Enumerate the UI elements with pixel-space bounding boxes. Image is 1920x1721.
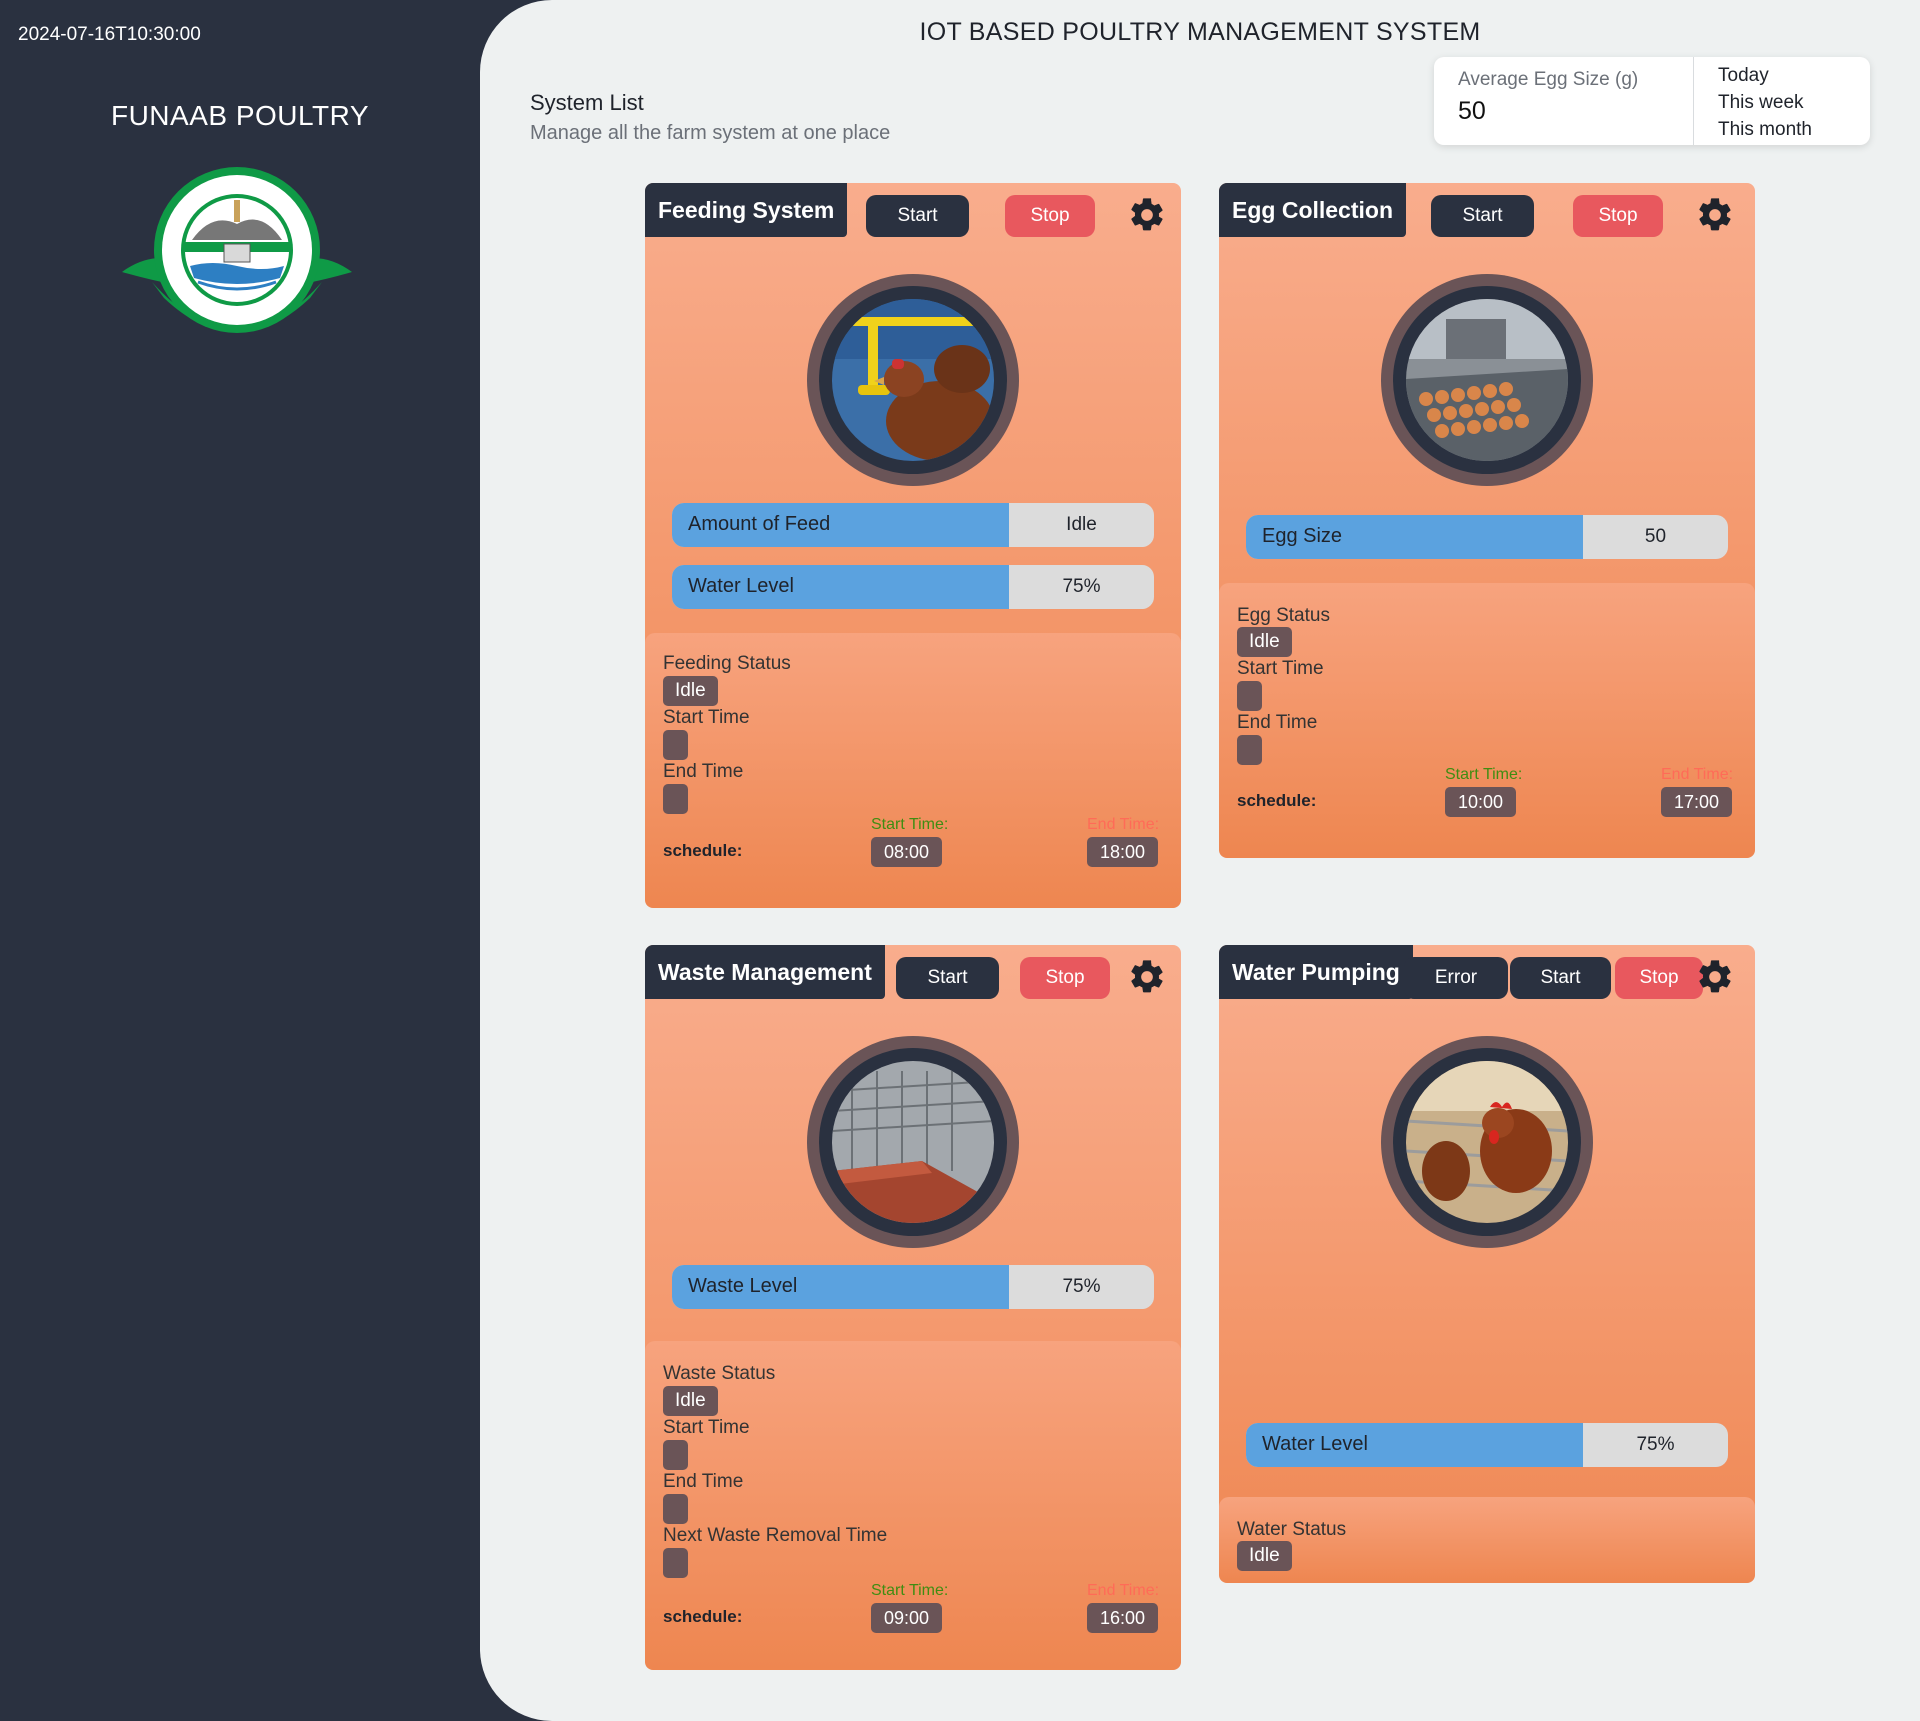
system-list-subtitle: Manage all the farm system at one place xyxy=(530,122,891,144)
egg-schedule-label: schedule: xyxy=(1237,791,1317,810)
egg-sched-start-label: Start Time: xyxy=(1445,766,1523,783)
gear-icon[interactable] xyxy=(1695,195,1735,235)
waste-start-button[interactable]: Start xyxy=(896,957,999,999)
gear-icon[interactable] xyxy=(1695,957,1735,997)
waste-sched-start-label: Start Time: xyxy=(871,1582,949,1599)
stat-divider xyxy=(1693,57,1694,145)
egg-size-value: 50 xyxy=(1644,526,1667,547)
waste-sched-start-time[interactable]: 09:00 xyxy=(871,1603,943,1633)
egg-status-badge: Idle xyxy=(1237,627,1292,657)
egg-end-time-label: End Time xyxy=(1237,712,1318,733)
feeding-schedule-label: schedule: xyxy=(663,841,743,860)
egg-status-label: Egg Status xyxy=(1237,605,1330,626)
egg-size-stat-label: Average Egg Size (g) xyxy=(1458,69,1639,90)
water-pumping-card: Water Pumping Error Start Stop Water Lev… xyxy=(1219,945,1755,1583)
water-status-label: Water Status xyxy=(1237,1519,1347,1540)
water-pumping-photo xyxy=(1381,1036,1593,1248)
feed-amount-label: Amount of Feed xyxy=(688,513,831,535)
feeding-start-time-value xyxy=(663,730,688,760)
feeding-system-card: Feeding System Start Stop Amount of Feed… xyxy=(645,183,1181,908)
feeding-system-title: Feeding System xyxy=(645,183,848,237)
water-stop-button[interactable]: Stop xyxy=(1615,957,1703,999)
period-this-month[interactable]: This month xyxy=(1718,116,1812,143)
waste-start-time-value xyxy=(663,1440,688,1470)
waste-sched-end-label: End Time: xyxy=(1087,1582,1160,1599)
brand-title: FUNAAB POULTRY xyxy=(110,100,369,131)
feeding-water-level-bar: Water Level 75% xyxy=(672,565,1154,609)
egg-sched-end-label: End Time: xyxy=(1661,766,1734,783)
feed-amount-bar: Amount of Feed Idle xyxy=(672,503,1154,547)
water-status-badge: Idle xyxy=(1237,1541,1292,1571)
egg-stop-button[interactable]: Stop xyxy=(1573,195,1663,237)
datetime-display: 2024-07-16T10:30:00 xyxy=(18,24,201,45)
waste-level-label: Waste Level xyxy=(688,1275,798,1297)
waste-start-time-label: Start Time xyxy=(663,1417,750,1438)
feeding-sched-start-label: Start Time: xyxy=(871,816,949,833)
feeding-end-time-label: End Time xyxy=(663,761,744,782)
feeding-sched-start-time[interactable]: 08:00 xyxy=(871,837,943,867)
waste-status-panel: Waste Status Idle Start Time End Time Ne… xyxy=(645,1341,1181,1670)
feeding-end-time-value xyxy=(663,784,688,814)
feeding-stop-button[interactable]: Stop xyxy=(1005,195,1095,237)
water-pumping-level-bar: Water Level 75% xyxy=(1246,1423,1728,1467)
waste-level-value: 75% xyxy=(1062,1276,1101,1297)
water-status-panel: Water Status Idle xyxy=(1219,1497,1755,1583)
feeding-sched-end-time[interactable]: 18:00 xyxy=(1087,837,1159,867)
egg-start-button[interactable]: Start xyxy=(1431,195,1534,237)
egg-collection-photo xyxy=(1381,274,1593,486)
waste-management-title: Waste Management xyxy=(645,945,885,999)
water-pumping-level-value: 75% xyxy=(1636,1434,1675,1455)
next-waste-removal-value xyxy=(663,1548,688,1578)
feeding-system-photo xyxy=(807,274,1019,486)
water-start-button[interactable]: Start xyxy=(1510,957,1611,999)
feeding-status-panel: Feeding Status Idle Start Time End Time … xyxy=(645,633,1181,908)
egg-size-bar: Egg Size 50 xyxy=(1246,515,1728,559)
waste-status-label: Waste Status xyxy=(663,1363,776,1384)
feeding-sched-end-label: End Time: xyxy=(1087,816,1160,833)
egg-sched-end-time[interactable]: 17:00 xyxy=(1661,787,1733,817)
feeding-water-level-label: Water Level xyxy=(688,575,794,597)
egg-status-panel: Egg Status Idle Start Time End Time sche… xyxy=(1219,583,1755,858)
waste-end-time-value xyxy=(663,1494,688,1524)
water-pumping-title: Water Pumping xyxy=(1219,945,1413,999)
egg-sched-start-time[interactable]: 10:00 xyxy=(1445,787,1517,817)
main-panel: IOT BASED POULTRY MANAGEMENT SYSTEM Syst… xyxy=(480,0,1920,1721)
period-this-week[interactable]: This week xyxy=(1718,89,1812,116)
egg-size-label: Egg Size xyxy=(1262,525,1343,547)
system-list-title: System List xyxy=(530,90,644,115)
gear-icon[interactable] xyxy=(1127,957,1167,997)
feeding-status-label: Feeding Status xyxy=(663,653,791,674)
water-pumping-level-label: Water Level xyxy=(1262,1433,1368,1455)
gear-icon[interactable] xyxy=(1127,195,1167,235)
waste-schedule-label: schedule: xyxy=(663,1607,743,1626)
feed-amount-value: Idle xyxy=(1066,514,1097,535)
period-today[interactable]: Today xyxy=(1718,62,1812,89)
water-error-button[interactable]: Error xyxy=(1404,957,1508,999)
waste-end-time-label: End Time xyxy=(663,1471,744,1492)
feeding-start-time-label: Start Time xyxy=(663,707,750,728)
next-waste-removal-label: Next Waste Removal Time xyxy=(663,1525,888,1546)
egg-collection-card: Egg Collection Start Stop Egg Size 50 Eg… xyxy=(1219,183,1755,858)
sidebar: 2024-07-16T10:30:00 FUNAAB POULTRY xyxy=(0,0,520,1721)
egg-start-time-label: Start Time xyxy=(1237,658,1324,679)
waste-stop-button[interactable]: Stop xyxy=(1020,957,1110,999)
egg-start-time-value xyxy=(1237,681,1262,711)
feeding-start-button[interactable]: Start xyxy=(866,195,969,237)
egg-end-time-value xyxy=(1237,735,1262,765)
waste-level-bar: Waste Level 75% xyxy=(672,1265,1154,1309)
waste-status-badge: Idle xyxy=(663,1386,718,1416)
page-title: IOT BASED POULTRY MANAGEMENT SYSTEM xyxy=(919,18,1481,46)
waste-sched-end-time[interactable]: 16:00 xyxy=(1087,1603,1159,1633)
feeding-water-level-value: 75% xyxy=(1062,576,1101,597)
egg-size-stat-value: 50 xyxy=(1458,97,1486,125)
university-logo xyxy=(122,167,352,333)
egg-size-stat-card: Average Egg Size (g) 50 Today This week … xyxy=(1434,57,1870,145)
egg-collection-title: Egg Collection xyxy=(1219,183,1406,237)
waste-management-photo xyxy=(807,1036,1019,1248)
waste-management-card: Waste Management Start Stop Waste Level … xyxy=(645,945,1181,1670)
feeding-status-badge: Idle xyxy=(663,676,718,706)
